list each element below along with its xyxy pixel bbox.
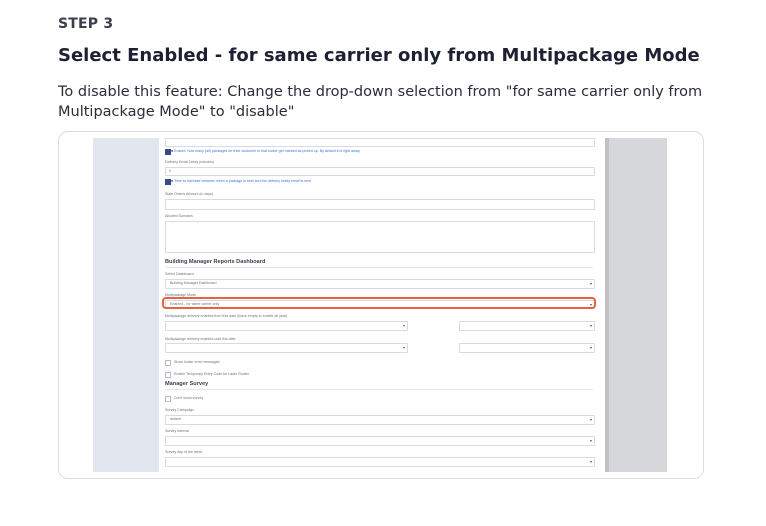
settings-form: ■ Ensure, how many (all) packages for th…: [159, 138, 605, 472]
survey-day-dropdown[interactable]: ▾: [165, 457, 595, 467]
delivery-delay-label: Delivery Email Delay (minutes): [165, 160, 215, 164]
reports-divider: [165, 267, 593, 268]
temp-entry-checkbox[interactable]: [165, 372, 171, 378]
stale-orders-input[interactable]: [165, 199, 595, 210]
allowed-domains-label: Allowed Domains: [165, 214, 193, 218]
highlight-ring: [162, 297, 596, 309]
show-errors-label: Show locker error messages: [174, 360, 220, 364]
allowed-domains-textarea[interactable]: [165, 221, 595, 253]
screenshot-left-panel: [93, 138, 159, 472]
survey-divider: [165, 389, 593, 390]
dont-show-survey-label: Don't show survey: [174, 396, 204, 400]
chevron-down-icon: ▾: [589, 345, 592, 350]
step-label: STEP 3: [58, 16, 114, 32]
chevron-down-icon: ▾: [589, 281, 592, 286]
chevron-down-icon: ▾: [589, 323, 592, 328]
chevron-down-icon: ▾: [402, 323, 405, 328]
survey-campaign-dropdown[interactable]: default ▾: [165, 415, 595, 425]
screenshot-card: ■ Ensure, how many (all) packages for th…: [58, 131, 704, 479]
select-dashboard-label: Select Dashboard: [165, 272, 194, 276]
mp-from-label: Multipackage delivery enabled from this …: [165, 314, 288, 318]
mp-from-date-dropdown[interactable]: ▾: [165, 321, 408, 331]
survey-campaign-label: Survey Campaign: [165, 408, 194, 412]
show-errors-checkbox[interactable]: [165, 360, 171, 366]
dont-show-survey-checkbox[interactable]: [165, 396, 171, 402]
chevron-down-icon: ▾: [589, 459, 592, 464]
temp-entry-label: Enable Temporary Entry Code for Laser Ro…: [174, 372, 250, 376]
mp-from-year-dropdown[interactable]: ▾: [459, 321, 595, 331]
survey-section-heading: Manager Survey: [165, 381, 209, 387]
survey-day-label: Survey day of the week: [165, 450, 203, 454]
stale-orders-label: Stale Orders Amount (in days): [165, 192, 214, 196]
select-dashboard-value: Building Manager Dashboard: [170, 281, 217, 285]
delay-hint-text: ■ Time to increase between when a packag…: [171, 179, 312, 183]
chevron-down-icon: ▾: [589, 438, 592, 443]
mp-until-date-dropdown[interactable]: ▾: [165, 343, 408, 353]
chevron-down-icon: ▾: [402, 345, 405, 350]
mp-until-label: Multipackage delivery enabled until this…: [165, 337, 236, 341]
screenshot-scrollbar-panel: [605, 138, 667, 472]
step-description: To disable this feature: Change the drop…: [58, 84, 703, 120]
reports-section-heading: Building Manager Reports Dashboard: [165, 259, 266, 265]
chevron-down-icon: ▾: [589, 417, 592, 422]
select-dashboard-dropdown[interactable]: Building Manager Dashboard ▾: [165, 279, 595, 289]
delivery-delay-value: 0: [169, 169, 171, 173]
email-hint-text: ■ Ensure, how many (all) packages for th…: [171, 149, 361, 153]
survey-interval-dropdown[interactable]: ▾: [165, 436, 595, 446]
mp-until-year-dropdown[interactable]: ▾: [459, 343, 595, 353]
delivery-delay-input[interactable]: 0: [165, 167, 595, 176]
top-field[interactable]: [165, 138, 595, 147]
step-title: Select Enabled - for same carrier only f…: [58, 45, 700, 66]
survey-campaign-value: default: [170, 417, 181, 421]
survey-interval-label: Survey interval: [165, 429, 189, 433]
